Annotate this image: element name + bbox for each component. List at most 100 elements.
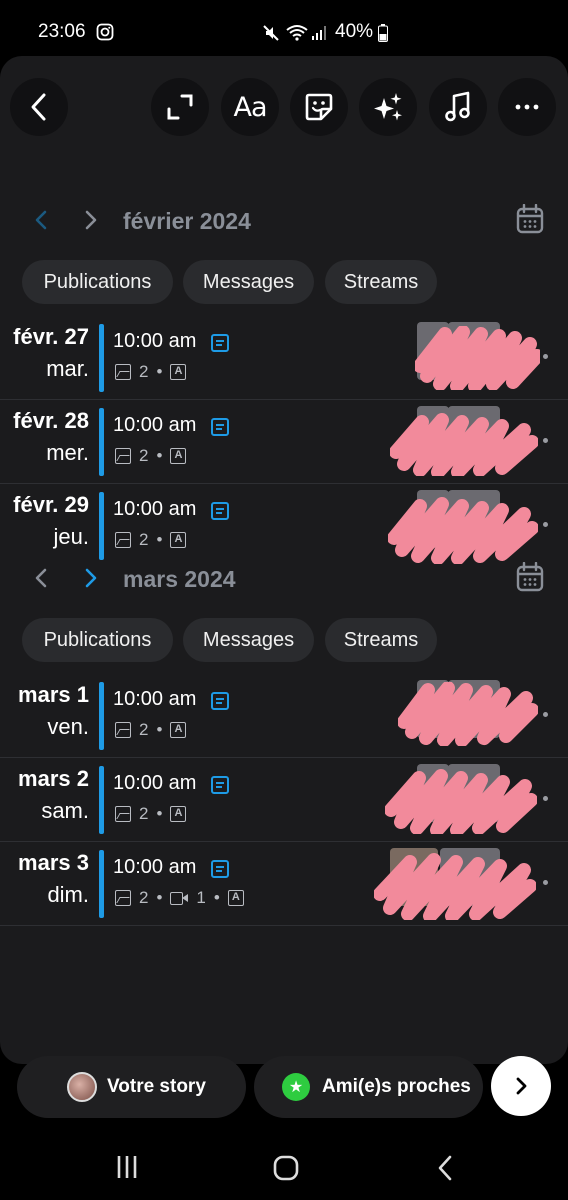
list-item[interactable]: mars 2 sam. 10:00 am 2 • A: [0, 758, 568, 842]
more-dot[interactable]: [543, 438, 548, 443]
list-item[interactable]: mars 1 ven. 10:00 am 2 • A: [0, 674, 568, 758]
auto-icon: A: [170, 806, 187, 822]
more-icon: [515, 104, 539, 110]
calendar-icon[interactable]: [516, 562, 544, 592]
day-date: mars 1: [18, 682, 89, 707]
list-item[interactable]: févr. 27 mar. 10:00 am 2 • A: [0, 316, 568, 400]
effects-button[interactable]: [359, 78, 417, 136]
day-weekday: ven.: [47, 714, 89, 739]
previous-month-button[interactable]: [32, 568, 52, 588]
list-item[interactable]: févr. 29 jeu. 10:00 am 2 • A: [0, 484, 568, 568]
tab-publications[interactable]: Publications: [22, 260, 173, 304]
month-header: mars 2024: [0, 558, 568, 598]
battery-percent: 40%: [335, 21, 374, 42]
close-friends-button[interactable]: ★ Ami(e)s proches: [254, 1056, 483, 1118]
sticker-icon: [305, 93, 333, 121]
day-date: mars 3: [18, 850, 89, 875]
month-label: mars 2024: [123, 566, 236, 592]
list-item[interactable]: mars 3 dim. 10:00 am 2 • 1 • A: [0, 842, 568, 926]
list-item[interactable]: févr. 28 mer. 10:00 am 2 • A: [0, 400, 568, 484]
post-type-icon: [211, 692, 229, 710]
post-type-icon: [211, 502, 229, 520]
system-nav-bar: [0, 1136, 568, 1200]
image-count: 2: [139, 888, 149, 907]
next-month-button[interactable]: [80, 568, 100, 588]
post-time: 10:00 am: [113, 330, 197, 352]
calendar-icon[interactable]: [516, 204, 544, 234]
more-dot[interactable]: [543, 796, 548, 801]
day-weekday: mer.: [46, 440, 89, 465]
image-count: 2: [139, 804, 149, 823]
status-bar: 23:06 40%: [0, 0, 568, 56]
sticker-button[interactable]: [290, 78, 348, 136]
back-nav-icon[interactable]: [436, 1154, 454, 1182]
your-story-label: Votre story: [107, 1076, 206, 1097]
auto-icon: A: [170, 722, 187, 738]
day-weekday: jeu.: [53, 524, 89, 549]
scheduler-panel: Aa février 2024 Publications Messages St…: [0, 56, 568, 1064]
home-icon[interactable]: [272, 1154, 300, 1182]
more-dot[interactable]: [543, 354, 548, 359]
post-meta: 2 • A: [115, 804, 187, 824]
music-button[interactable]: [429, 78, 487, 136]
more-button[interactable]: [498, 78, 556, 136]
expand-button[interactable]: [151, 78, 209, 136]
signal-icon: [312, 26, 326, 40]
separator-dot: •: [156, 804, 163, 823]
day-indicator: [99, 766, 104, 834]
more-dot[interactable]: [543, 712, 548, 717]
content-tabs: Publications Messages Streams: [0, 618, 568, 664]
close-friends-label: Ami(e)s proches: [322, 1076, 471, 1097]
separator-dot: •: [156, 888, 163, 907]
tab-streams[interactable]: Streams: [325, 260, 437, 304]
image-icon: [115, 532, 131, 548]
post-time: 10:00 am: [113, 688, 197, 710]
image-icon: [115, 722, 131, 738]
expand-icon: [167, 94, 193, 120]
separator-dot: •: [213, 888, 220, 907]
more-dot[interactable]: [543, 880, 548, 885]
post-meta: 2 • A: [115, 362, 187, 382]
image-icon: [115, 806, 131, 822]
month-label: février 2024: [123, 208, 251, 234]
instagram-icon: [96, 23, 114, 41]
video-count: 1: [196, 888, 206, 907]
day-indicator: [99, 850, 104, 918]
post-type-icon: [211, 860, 229, 878]
post-time: 10:00 am: [113, 772, 197, 794]
post-meta: 2 • A: [115, 720, 187, 740]
day-date: févr. 29: [13, 492, 89, 517]
post-meta: 2 • 1 • A: [115, 888, 244, 908]
tab-publications[interactable]: Publications: [22, 618, 173, 662]
day-indicator: [99, 492, 104, 560]
tab-messages[interactable]: Messages: [183, 260, 314, 304]
text-button[interactable]: Aa: [221, 78, 279, 136]
status-time: 23:06: [38, 21, 86, 42]
your-story-button[interactable]: Votre story: [17, 1056, 246, 1118]
wifi-icon: [286, 25, 308, 41]
day-date: mars 2: [18, 766, 89, 791]
post-meta: 2 • A: [115, 446, 187, 466]
mute-icon: [263, 25, 279, 41]
tab-streams[interactable]: Streams: [325, 618, 437, 662]
tab-messages[interactable]: Messages: [183, 618, 314, 662]
auto-icon: A: [170, 448, 187, 464]
separator-dot: •: [156, 446, 163, 465]
back-button[interactable]: [10, 78, 68, 136]
recents-icon[interactable]: [115, 1154, 139, 1180]
auto-icon: A: [170, 364, 187, 380]
next-month-button[interactable]: [80, 210, 100, 230]
redaction-scribble: [388, 497, 538, 564]
day-indicator: [99, 408, 104, 476]
image-icon: [115, 364, 131, 380]
content-tabs: Publications Messages Streams: [0, 260, 568, 306]
previous-month-button[interactable]: [32, 210, 52, 230]
image-icon: [115, 448, 131, 464]
next-button[interactable]: [491, 1056, 551, 1116]
day-indicator: [99, 682, 104, 750]
back-icon: [31, 93, 46, 121]
more-dot[interactable]: [543, 522, 548, 527]
day-indicator: [99, 324, 104, 392]
star-icon: ★: [282, 1073, 310, 1101]
video-icon: [170, 891, 189, 905]
